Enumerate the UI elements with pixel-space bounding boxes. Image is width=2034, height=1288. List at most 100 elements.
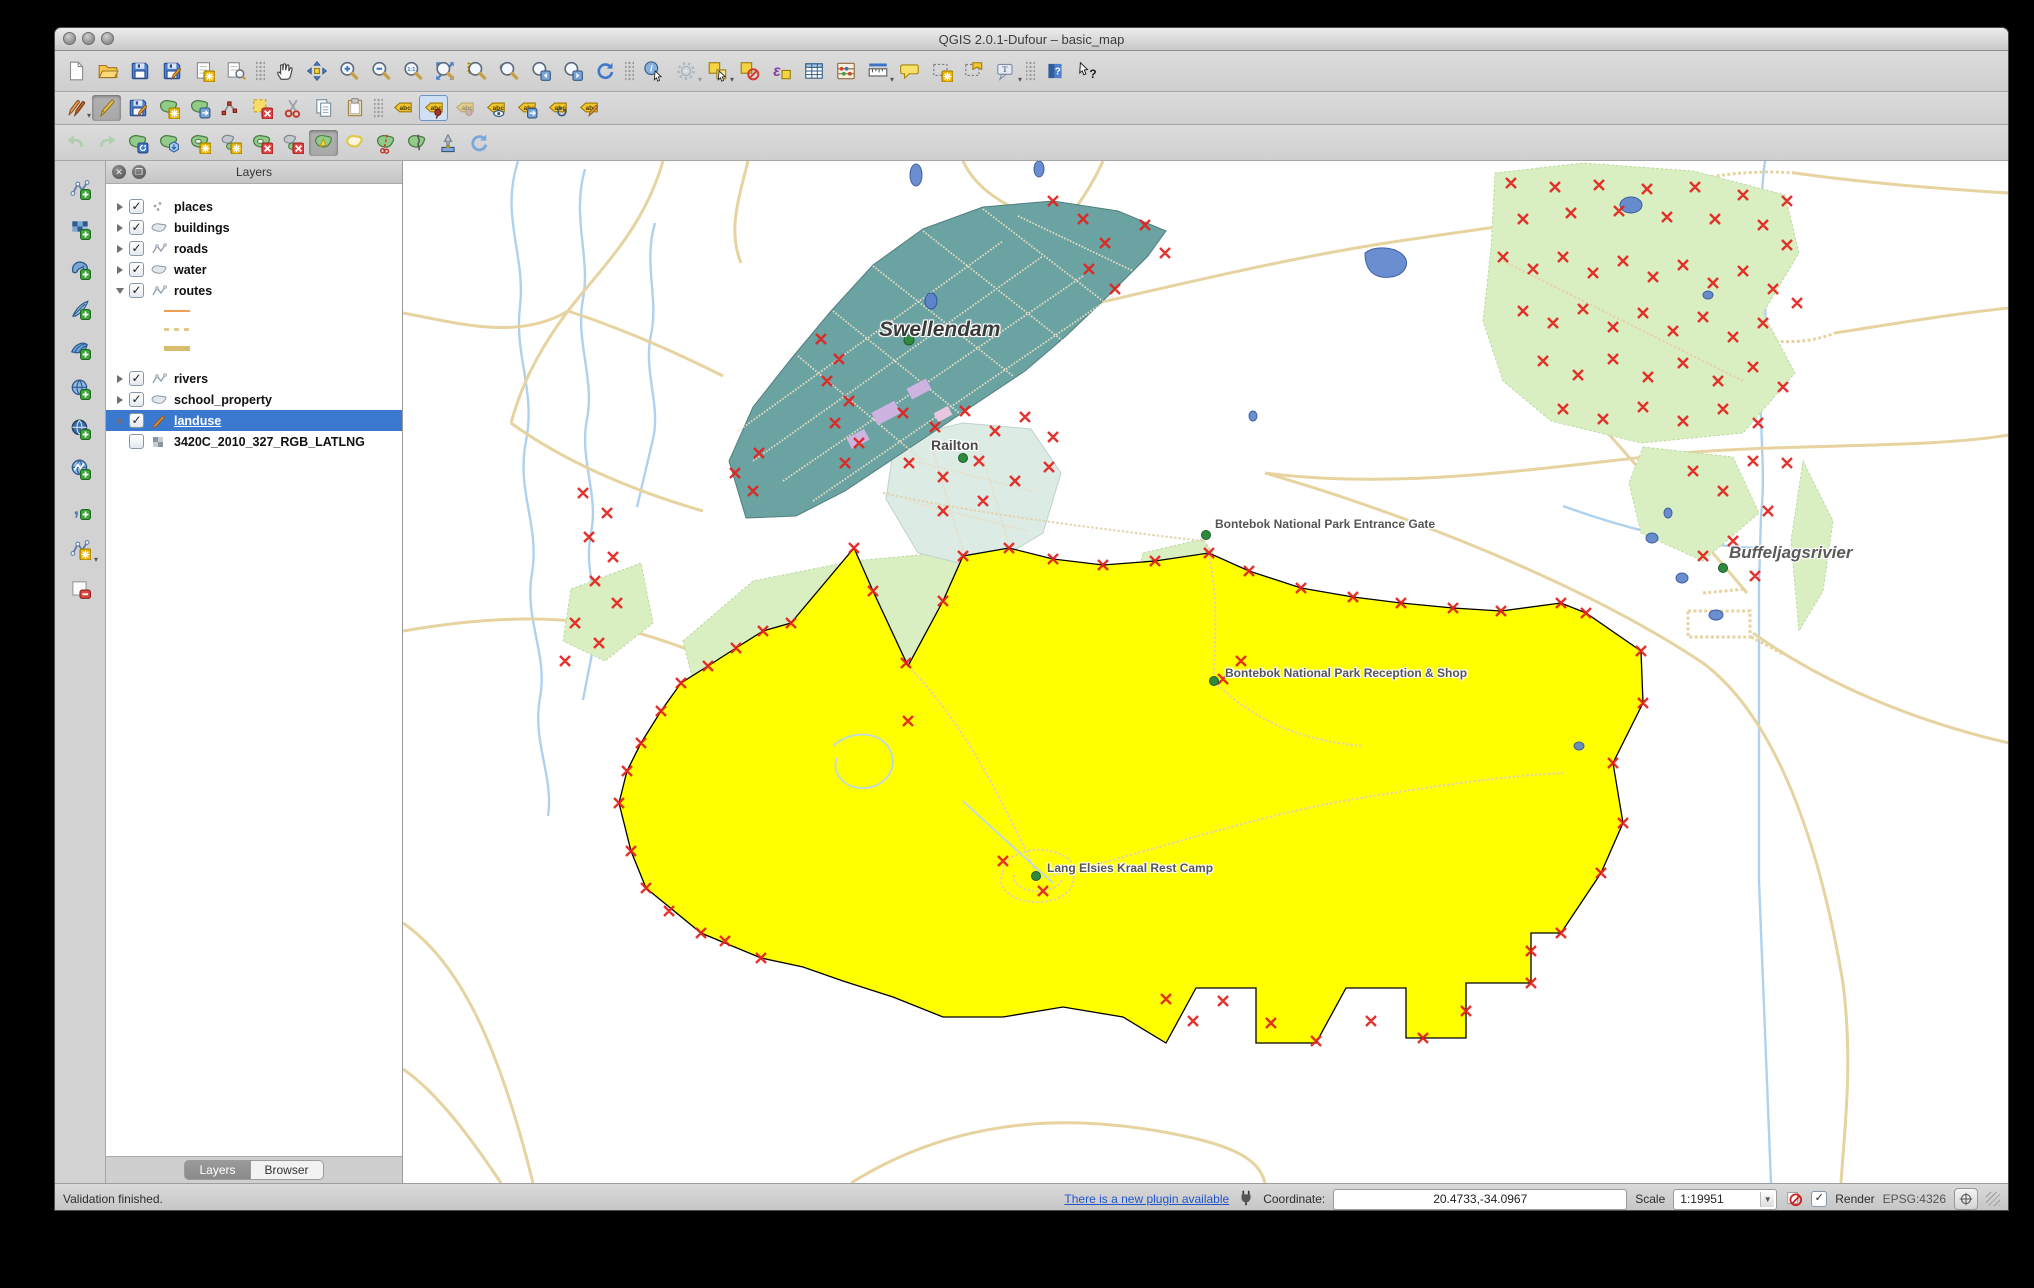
crs-status-icon[interactable] [1954, 1188, 1978, 1210]
select-by-expression-button[interactable]: ε [767, 57, 797, 85]
zoom-last-button[interactable] [526, 57, 556, 85]
open-project-button[interactable] [93, 57, 123, 85]
pan-to-selection-button[interactable] [302, 57, 332, 85]
layer-item-3420C_2010_327_RGB_LATLNG[interactable]: 3420C_2010_327_RGB_LATLNG [106, 431, 402, 452]
split-features-button[interactable] [371, 130, 400, 156]
save-project-button[interactable] [125, 57, 155, 85]
zoom-next-button[interactable] [558, 57, 588, 85]
pin-label-button[interactable]: abc [419, 95, 448, 121]
new-project-button[interactable] [61, 57, 91, 85]
new-shapefile-layer-dropdown-icon[interactable]: ▾ [94, 556, 98, 564]
simplify-feature-button[interactable] [154, 130, 183, 156]
titlebar[interactable]: QGIS 2.0.1-Dufour – basic_map [55, 28, 2008, 51]
rotate-point-symbols-button[interactable] [464, 130, 493, 156]
add-part-button[interactable] [216, 130, 245, 156]
highlight-pinned-labels-button[interactable]: abc [450, 95, 479, 121]
zoom-full-button[interactable] [430, 57, 460, 85]
zoom-button[interactable] [101, 32, 114, 45]
save-edits-button[interactable] [123, 95, 152, 121]
layer-item-routes[interactable]: ✓ routes [106, 280, 402, 301]
collapse-icon[interactable] [114, 287, 125, 294]
layer-item-rivers[interactable]: ✓ rivers [106, 368, 402, 389]
show-bookmarks-button[interactable] [959, 57, 989, 85]
delete-part-button[interactable] [278, 130, 307, 156]
layer-checkbox-rivers[interactable]: ✓ [129, 371, 144, 386]
redo-button[interactable] [92, 130, 121, 156]
save-project-as-button[interactable] [157, 57, 187, 85]
layer-item-buildings[interactable]: ✓ buildings [106, 217, 402, 238]
show-hide-labels-button[interactable]: abc [481, 95, 510, 121]
stop-render-icon[interactable] [1785, 1189, 1803, 1210]
add-postgis-layer-button[interactable] [63, 253, 97, 285]
render-checkbox[interactable]: ✓ [1811, 1191, 1828, 1207]
plugin-icon[interactable] [1237, 1189, 1255, 1210]
panel-close-icon[interactable]: ✕ [112, 165, 126, 179]
layer-item-water[interactable]: ✓ water [106, 259, 402, 280]
refresh-button[interactable] [590, 57, 620, 85]
reshape-features-button[interactable] [309, 129, 338, 156]
layer-checkbox-landuse[interactable]: ✓ [129, 413, 144, 428]
composer-manager-button[interactable] [221, 57, 251, 85]
resize-grip[interactable] [1986, 1192, 2000, 1206]
zoom-to-layer-button[interactable] [494, 57, 524, 85]
add-vector-layer-button[interactable] [63, 173, 97, 205]
new-bookmark-button[interactable] [927, 57, 957, 85]
minimize-button[interactable] [82, 32, 95, 45]
toggle-editing-button[interactable] [92, 95, 121, 121]
tab-layers[interactable]: Layers [184, 1160, 251, 1180]
coordinate-input[interactable]: 20.4733,-34.0967 [1333, 1188, 1628, 1210]
layer-item-roads[interactable]: ✓ roads [106, 238, 402, 259]
expand-icon[interactable] [114, 244, 125, 253]
text-annotation-button[interactable]: T ▾ [991, 57, 1022, 85]
layer-checkbox-routes[interactable]: ✓ [129, 283, 144, 298]
delete-ring-button[interactable] [247, 130, 276, 156]
merge-features-button[interactable] [433, 130, 462, 156]
expand-icon[interactable] [114, 395, 125, 404]
expand-icon[interactable] [114, 265, 125, 274]
plugin-available-link[interactable]: There is a new plugin available [1064, 1192, 1229, 1206]
add-wfs-layer-button[interactable] [63, 453, 97, 485]
add-ring-button[interactable] [185, 130, 214, 156]
measure-dropdown-icon[interactable]: ▾ [890, 76, 894, 84]
field-calculator-button[interactable] [831, 57, 861, 85]
new-composer-button[interactable] [189, 57, 219, 85]
layer-item-landuse[interactable]: ✓ landuse [106, 410, 402, 431]
current-edits-button[interactable]: ▾ [61, 95, 91, 121]
labeling-button[interactable]: abc [388, 95, 417, 121]
undo-button[interactable] [61, 130, 90, 156]
attribute-table-button[interactable] [799, 57, 829, 85]
layer-checkbox-school_property[interactable]: ✓ [129, 392, 144, 407]
copy-features-button[interactable] [309, 95, 338, 121]
expand-icon[interactable] [114, 223, 125, 232]
add-wcs-layer-button[interactable] [63, 413, 97, 445]
expand-icon[interactable] [114, 374, 125, 383]
panel-float-icon[interactable]: ❐ [132, 165, 146, 179]
remove-layer-button[interactable] [63, 573, 97, 605]
map-canvas[interactable]: Swellendam Railton Bontebok National Par… [403, 161, 2008, 1183]
add-raster-layer-button[interactable] [63, 213, 97, 245]
add-mssql-layer-button[interactable] [63, 333, 97, 365]
expand-icon[interactable] [114, 416, 125, 425]
whats-this-button[interactable]: ? [1072, 57, 1102, 85]
tab-browser[interactable]: Browser [250, 1160, 324, 1180]
map-tips-button[interactable] [895, 57, 925, 85]
layer-checkbox-water[interactable]: ✓ [129, 262, 144, 277]
add-spatialite-layer-button[interactable] [63, 293, 97, 325]
rotate-feature-button[interactable] [123, 130, 152, 156]
move-label-button[interactable]: abc [512, 95, 541, 121]
layer-checkbox-buildings[interactable]: ✓ [129, 220, 144, 235]
cut-features-button[interactable] [278, 95, 307, 121]
pan-map-button[interactable] [270, 57, 300, 85]
add-wms-layer-button[interactable] [63, 373, 97, 405]
close-button[interactable] [63, 32, 76, 45]
layer-checkbox-3420C_2010_327_RGB_LATLNG[interactable] [129, 434, 144, 449]
split-parts-button[interactable] [402, 130, 431, 156]
identify-button[interactable]: i [639, 57, 669, 85]
zoom-native-button[interactable]: 1:1 [398, 57, 428, 85]
rotate-label-button[interactable]: abc [543, 95, 572, 121]
change-label-properties-button[interactable]: abc [574, 95, 603, 121]
layer-item-school_property[interactable]: ✓ school_property [106, 389, 402, 410]
move-feature-button[interactable] [185, 95, 214, 121]
zoom-to-selection-button[interactable] [462, 57, 492, 85]
text-annotation-dropdown-icon[interactable]: ▾ [1018, 76, 1022, 84]
